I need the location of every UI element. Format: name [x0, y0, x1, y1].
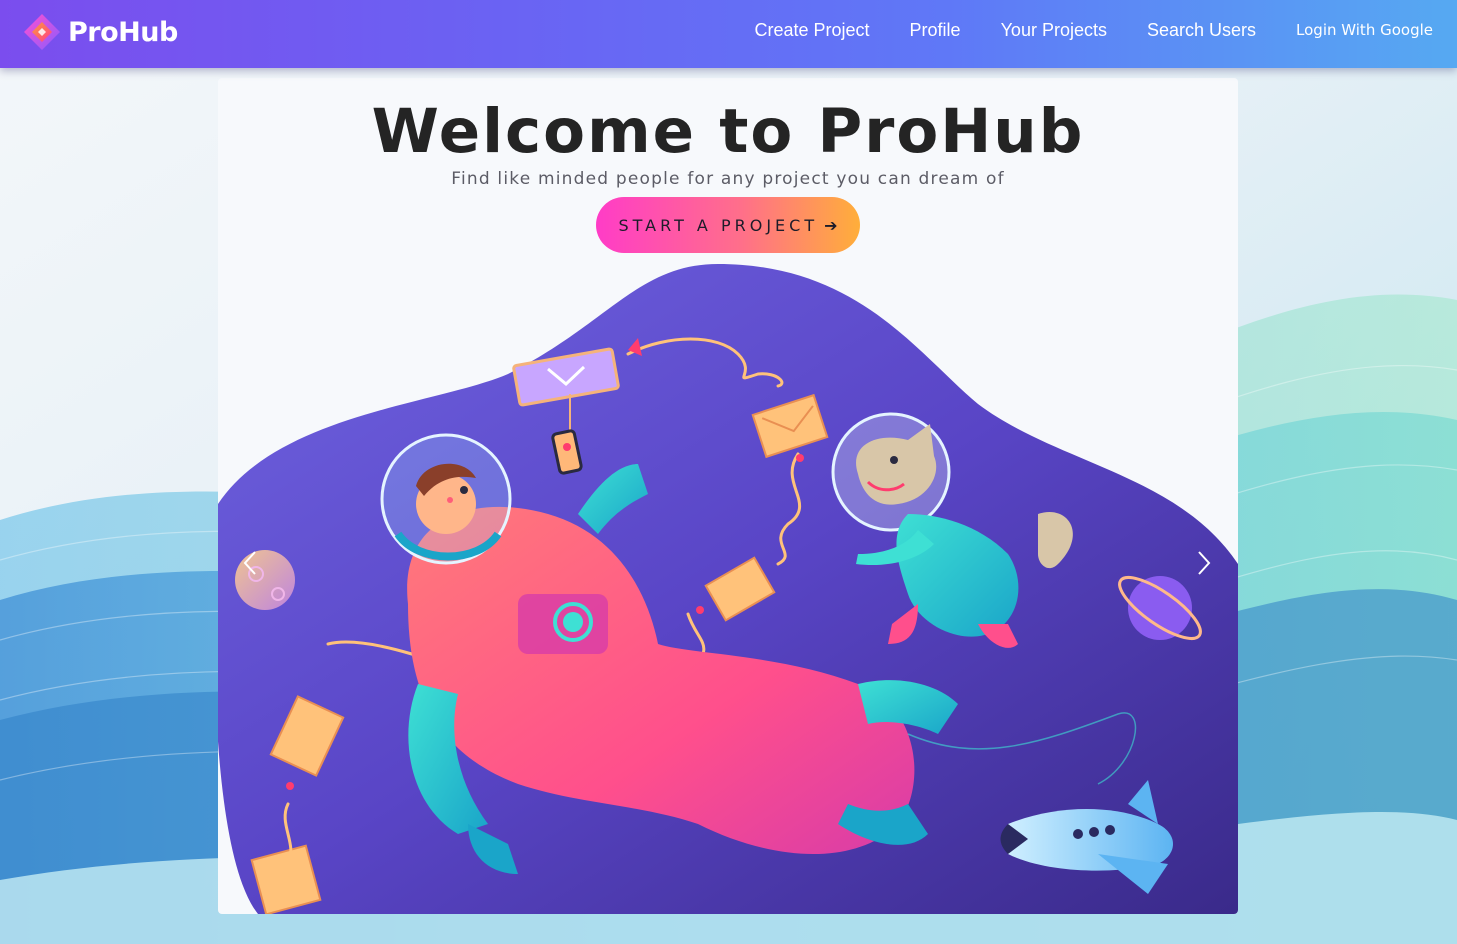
top-navbar: ProHub Create Project Profile Your Proje…: [0, 0, 1457, 68]
space-illustration: [218, 264, 1238, 914]
hero-card: Welcome to ProHub Find like minded peopl…: [218, 78, 1238, 914]
nav-create-project[interactable]: Create Project: [754, 20, 869, 41]
hero-subtitle: Find like minded people for any project …: [451, 169, 1005, 189]
login-with-google-button[interactable]: Login With Google: [1296, 21, 1433, 39]
hero-title: Welcome to ProHub: [371, 96, 1085, 167]
nav-profile[interactable]: Profile: [910, 20, 961, 41]
chevron-left-icon[interactable]: [236, 548, 266, 578]
brand-name: ProHub: [68, 16, 178, 48]
start-project-label: START A PROJECT: [618, 215, 819, 235]
nav-search-users[interactable]: Search Users: [1147, 20, 1256, 41]
chevron-right-icon[interactable]: [1188, 548, 1218, 578]
nav-your-projects[interactable]: Your Projects: [1001, 20, 1107, 41]
brand[interactable]: ProHub: [22, 12, 178, 52]
nav-links: Create Project Profile Your Projects Sea…: [754, 0, 1457, 60]
diamond-logo-icon: [24, 14, 60, 50]
start-project-button[interactable]: START A PROJECT ➔: [596, 197, 860, 253]
arrow-right-icon: ➔: [824, 215, 838, 235]
